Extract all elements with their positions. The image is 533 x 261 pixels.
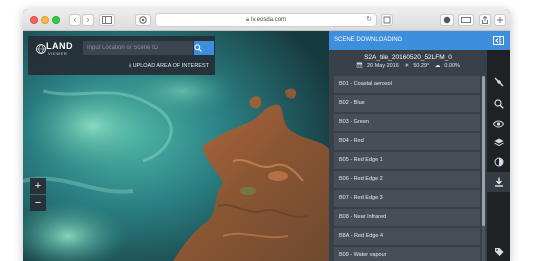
band-list-scrollbar[interactable] [482, 76, 485, 261]
upload-label: UPLOAD AREA OF INTEREST [132, 63, 209, 69]
scrollbar-thumb[interactable] [482, 76, 485, 226]
scene-sun-angle: 50.29° [413, 63, 430, 69]
sun-angle-icon: ☀︎ [404, 63, 410, 69]
scene-cloud-cover: 0.00% [444, 63, 460, 69]
location-search-input[interactable] [83, 41, 193, 55]
tag-icon[interactable] [487, 243, 510, 261]
band-item[interactable]: B07 - Red Edge 3 [334, 190, 480, 207]
url-bar[interactable]: 🔒︎ lv.eosda.com ↻ [155, 13, 377, 27]
band-item[interactable]: B03 - Green [334, 114, 480, 131]
collapse-panel-icon[interactable] [487, 31, 510, 50]
zoom-out-button[interactable]: − [30, 195, 46, 211]
satellite-map[interactable]: LAND VIEWER ⭳ UPLOAD AREA OF INTEREST + … [23, 31, 329, 261]
panel-header: SCENE DOWNLOADING [329, 31, 487, 50]
browser-window: ‹ › 🔒︎ lv.eosda.com ↻ LAND VIEWER Input … [23, 9, 510, 261]
band-item[interactable]: B05 - Red Edge 1 [334, 152, 480, 169]
reload-icon[interactable]: ↻ [366, 14, 372, 26]
band-list: B01 - Coastal aerosol B02 - Blue B03 - G… [334, 76, 480, 261]
new-tab-icon[interactable] [494, 14, 506, 26]
band-item[interactable]: B04 - Red [334, 133, 480, 150]
band-item[interactable]: B02 - Blue [334, 95, 480, 112]
globe-icon [36, 44, 46, 54]
search-button[interactable] [194, 41, 214, 55]
layers-icon[interactable] [487, 134, 510, 152]
close-window-button[interactable] [30, 16, 38, 24]
scene-download-panel: SCENE DOWNLOADING S2A_tile_20160520_52LF… [329, 31, 487, 261]
band-item[interactable]: B06 - Red Edge 2 [334, 171, 480, 188]
extension-icon[interactable] [440, 14, 454, 26]
satellite-icon[interactable] [487, 73, 510, 91]
band-item[interactable]: B09 - Water vapour [334, 247, 480, 261]
scene-date: 20 May 2016 [367, 63, 399, 69]
eye-icon[interactable] [487, 115, 510, 133]
upload-icon: ⭳ [129, 63, 132, 69]
upload-area-link[interactable]: ⭳ UPLOAD AREA OF INTEREST [129, 62, 209, 71]
logo-subtitle: VIEWER [48, 51, 68, 56]
calendar-icon: 📅︎ [356, 63, 364, 69]
scene-name: S2A_tile_20160520_52LFM_0 [364, 54, 452, 61]
band-item[interactable]: B01 - Coastal aerosol [334, 76, 480, 93]
cloud-icon: ☁︎ [434, 63, 441, 69]
logo-title: LAND [46, 41, 73, 51]
back-button[interactable]: ‹ [69, 14, 81, 26]
scene-meta: 📅︎ 20 May 2016 ☀︎ 50.29° ☁︎ 0.00% [329, 63, 487, 69]
shield-icon[interactable] [135, 14, 151, 26]
band-item[interactable]: B08 - Near Infrared [334, 209, 480, 226]
downloads-icon[interactable] [458, 14, 474, 26]
sidebar-toggle-icon[interactable] [99, 14, 115, 26]
download-icon[interactable] [487, 172, 510, 192]
right-toolbar [487, 31, 510, 261]
forward-button[interactable]: › [82, 14, 94, 26]
zoom-in-button[interactable]: + [30, 178, 46, 194]
browser-titlebar: ‹ › 🔒︎ lv.eosda.com ↻ [23, 9, 510, 31]
contrast-icon[interactable] [487, 153, 510, 171]
app-content: LAND VIEWER ⭳ UPLOAD AREA OF INTEREST + … [23, 31, 510, 261]
url-text: lv.eosda.com [251, 17, 287, 23]
band-item[interactable]: B8A - Red Edge 4 [334, 228, 480, 245]
reader-icon[interactable] [381, 14, 393, 26]
search-panel: LAND VIEWER ⭳ UPLOAD AREA OF INTEREST [28, 36, 215, 75]
search-icon[interactable] [487, 95, 510, 113]
share-icon[interactable] [479, 14, 491, 26]
search-icon [194, 44, 202, 52]
lock-icon: 🔒︎ [245, 17, 250, 23]
minimize-window-button[interactable] [41, 16, 49, 24]
land-viewer-logo: LAND VIEWER [36, 41, 78, 59]
scene-info: S2A_tile_20160520_52LFM_0 📅︎ 20 May 2016 … [329, 50, 487, 74]
zoom-window-button[interactable] [52, 16, 60, 24]
